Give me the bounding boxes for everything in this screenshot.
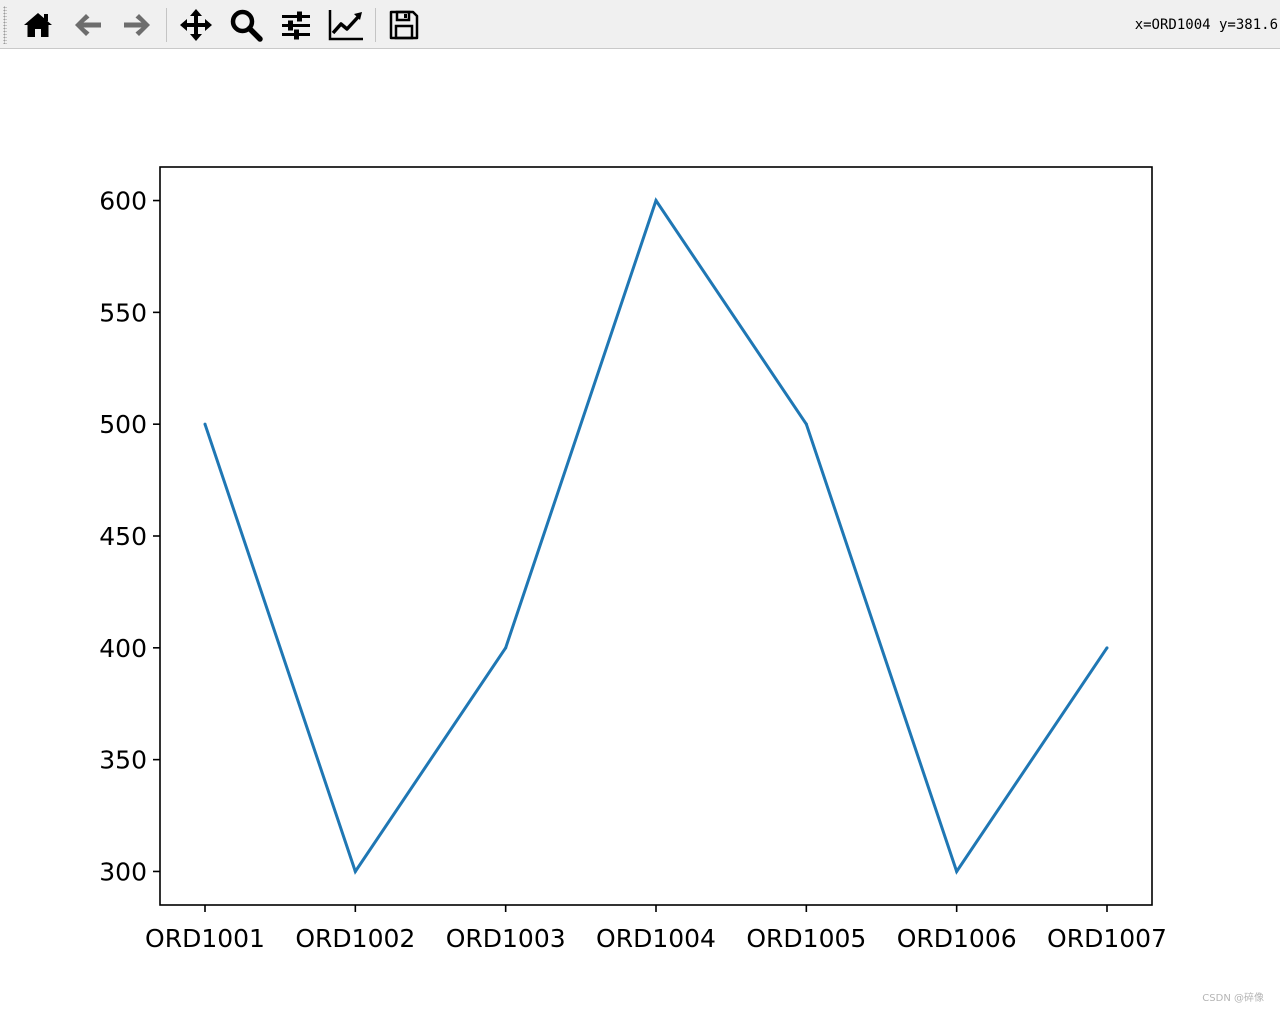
line-chart-icon bbox=[328, 8, 364, 42]
figure-canvas[interactable]: 300 350 400 450 500 550 600 ORD1001 ORD1002 ORD10… bbox=[0, 50, 1280, 1012]
data-point bbox=[204, 423, 207, 426]
toolbar-separator bbox=[166, 8, 167, 42]
back-button[interactable] bbox=[68, 5, 108, 45]
y-tick-label: 550 bbox=[99, 298, 147, 327]
move-icon bbox=[179, 8, 213, 42]
y-tick-label: 500 bbox=[99, 410, 147, 439]
watermark: CSDN @碎像 bbox=[1202, 989, 1264, 1004]
toolbar-separator bbox=[375, 8, 376, 42]
x-tick-label: ORD1002 bbox=[295, 924, 415, 953]
y-tick-label: 450 bbox=[99, 522, 147, 551]
forward-button[interactable] bbox=[117, 5, 157, 45]
home-icon bbox=[22, 9, 54, 41]
axes-frame bbox=[160, 167, 1152, 905]
toolbar-grip-handle[interactable] bbox=[3, 6, 7, 44]
data-point bbox=[805, 423, 808, 426]
data-point bbox=[1106, 646, 1109, 649]
x-tick-label: ORD1004 bbox=[596, 924, 716, 953]
x-tick-label: ORD1001 bbox=[145, 924, 265, 953]
navigation-toolbar: x=ORD1004 y=381.6 bbox=[0, 0, 1280, 49]
floppy-disk-icon bbox=[388, 9, 420, 41]
x-tick-label: ORD1006 bbox=[897, 924, 1017, 953]
sliders-icon bbox=[280, 9, 312, 41]
x-tick-label: ORD1005 bbox=[746, 924, 866, 953]
magnifier-icon bbox=[229, 8, 263, 42]
arrow-right-icon bbox=[121, 9, 153, 41]
data-point bbox=[354, 870, 357, 873]
line-chart: 300 350 400 450 500 550 600 ORD1001 ORD1002 ORD10… bbox=[0, 50, 1280, 1012]
x-tick-label: ORD1007 bbox=[1047, 924, 1167, 953]
edit-axes-button[interactable] bbox=[326, 5, 366, 45]
y-tick-label: 400 bbox=[99, 634, 147, 663]
data-point bbox=[504, 646, 507, 649]
pan-button[interactable] bbox=[176, 5, 216, 45]
y-tick-label: 600 bbox=[99, 187, 147, 216]
data-point bbox=[655, 199, 658, 202]
y-tick-label: 350 bbox=[99, 746, 147, 775]
zoom-button[interactable] bbox=[226, 5, 266, 45]
save-button[interactable] bbox=[384, 5, 424, 45]
x-tick-label: ORD1003 bbox=[446, 924, 566, 953]
data-point bbox=[955, 870, 958, 873]
home-button[interactable] bbox=[18, 5, 58, 45]
configure-subplots-button[interactable] bbox=[276, 5, 316, 45]
cursor-coordinates-readout: x=ORD1004 y=381.6 bbox=[1135, 17, 1278, 33]
arrow-left-icon bbox=[72, 9, 104, 41]
y-tick-label: 300 bbox=[99, 857, 147, 886]
